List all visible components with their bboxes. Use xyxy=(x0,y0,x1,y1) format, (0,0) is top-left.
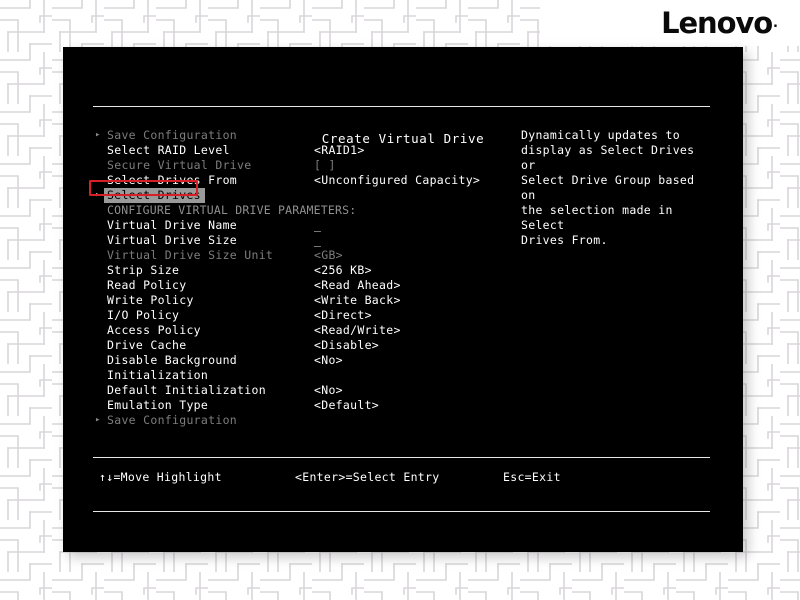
menu-row[interactable]: Virtual Drive Name _ xyxy=(93,218,513,233)
menu-row-label: CONFIGURE VIRTUAL DRIVE PARAMETERS: xyxy=(107,203,356,218)
help-text-line: the selection made in Select xyxy=(521,203,716,233)
lenovo-logo-text: Lenovo xyxy=(661,9,772,38)
configuration-menu: ▸Save ConfigurationSelect RAID Level<RAI… xyxy=(93,128,513,428)
menu-row-label: Emulation Type xyxy=(107,398,208,413)
title-divider xyxy=(93,106,710,107)
hint-exit: Esc=Exit xyxy=(503,470,561,484)
menu-row[interactable]: Drive Cache <Disable> xyxy=(93,338,513,353)
menu-row[interactable]: Default Initialization <No> xyxy=(93,383,513,398)
menu-row[interactable]: ▸Save Configuration xyxy=(93,413,513,428)
menu-row[interactable]: Select RAID Level <RAID1> xyxy=(93,143,513,158)
menu-row-value[interactable]: <Read Ahead> xyxy=(314,278,401,293)
menu-row-label: I/O Policy xyxy=(107,308,179,323)
bios-setup-window: Create Virtual Drive ▸Save Configuration… xyxy=(63,47,743,552)
keyboard-hints-bar: ↑↓=Move Highlight <Enter>=Select Entry E… xyxy=(93,470,710,486)
help-text-line: Drives From. xyxy=(521,233,716,248)
menu-row-value[interactable]: [ ] xyxy=(314,158,336,173)
menu-row-label: Default Initialization xyxy=(107,383,266,398)
menu-row-value[interactable]: <No> xyxy=(314,353,343,368)
menu-row-label: Save Configuration xyxy=(107,413,237,428)
menu-row-value[interactable]: <RAID1> xyxy=(314,143,365,158)
menu-row[interactable]: Virtual Drive Size _ xyxy=(93,233,513,248)
menu-row[interactable]: Access Policy <Read/Write> xyxy=(93,323,513,338)
menu-row[interactable]: Strip Size <256 KB> xyxy=(93,263,513,278)
menu-row-value[interactable]: <No> xyxy=(314,383,343,398)
menu-row-value[interactable]: <GB> xyxy=(314,248,343,263)
help-panel: Dynamically updates todisplay as Select … xyxy=(521,128,716,248)
menu-row-value[interactable]: _ xyxy=(314,218,321,233)
menu-row-value[interactable]: <Disable> xyxy=(314,338,379,353)
menu-row[interactable]: Emulation Type <Default> xyxy=(93,398,513,413)
menu-row[interactable]: I/O Policy <Direct> xyxy=(93,308,513,323)
menu-row[interactable]: ▸Save Configuration xyxy=(93,128,513,143)
help-text-line: Select Drive Group based on xyxy=(521,173,716,203)
desktop-background: Lenovo. Create Virtual Drive ▸Save Confi… xyxy=(0,0,800,600)
menu-row: CONFIGURE VIRTUAL DRIVE PARAMETERS: xyxy=(93,203,513,218)
menu-row[interactable]: Secure Virtual Drive [ ] xyxy=(93,158,513,173)
menu-row-label: Read Policy xyxy=(107,278,186,293)
menu-row[interactable]: Write Policy <Write Back> xyxy=(93,293,513,308)
help-text-line: display as Select Drives or xyxy=(521,143,716,173)
menu-row-label: Drive Cache xyxy=(107,338,186,353)
menu-row[interactable]: Initialization xyxy=(93,368,513,383)
footer-bottom-divider xyxy=(93,511,710,512)
menu-row-label: Access Policy xyxy=(107,323,201,338)
menu-row-label: Save Configuration xyxy=(107,128,237,143)
menu-row-label: Virtual Drive Size Unit xyxy=(107,248,273,263)
submenu-arrow-icon: ▸ xyxy=(95,413,105,428)
menu-row-value[interactable]: _ xyxy=(314,233,321,248)
menu-row-value[interactable]: <Unconfigured Capacity> xyxy=(314,173,480,188)
focus-highlight-box xyxy=(89,180,198,196)
menu-row-label: Write Policy xyxy=(107,293,194,308)
lenovo-logo-trademark: . xyxy=(773,16,778,31)
lenovo-logo: Lenovo. xyxy=(540,0,800,46)
help-text-line: Dynamically updates to xyxy=(521,128,716,143)
menu-row-label: Secure Virtual Drive xyxy=(107,158,251,173)
footer-top-divider xyxy=(93,457,710,458)
menu-row[interactable]: Disable Background <No> xyxy=(93,353,513,368)
hint-select-entry: <Enter>=Select Entry xyxy=(295,470,439,484)
menu-row-label: Strip Size xyxy=(107,263,179,278)
menu-row-label: Select RAID Level xyxy=(107,143,230,158)
menu-row-value[interactable]: <Write Back> xyxy=(314,293,401,308)
menu-row-label: Virtual Drive Size xyxy=(107,233,237,248)
submenu-arrow-icon: ▸ xyxy=(95,128,105,143)
hint-move-highlight: ↑↓=Move Highlight xyxy=(99,470,222,484)
menu-row[interactable]: Virtual Drive Size Unit <GB> xyxy=(93,248,513,263)
menu-row[interactable]: Read Policy <Read Ahead> xyxy=(93,278,513,293)
menu-row-label: Initialization xyxy=(107,368,208,383)
menu-row-value[interactable]: <Direct> xyxy=(314,308,372,323)
menu-row-value[interactable]: <Read/Write> xyxy=(314,323,401,338)
menu-row-value[interactable]: <256 KB> xyxy=(314,263,372,278)
menu-row-label: Virtual Drive Name xyxy=(107,218,237,233)
menu-row-label: Disable Background xyxy=(107,353,237,368)
menu-row-value[interactable]: <Default> xyxy=(314,398,379,413)
